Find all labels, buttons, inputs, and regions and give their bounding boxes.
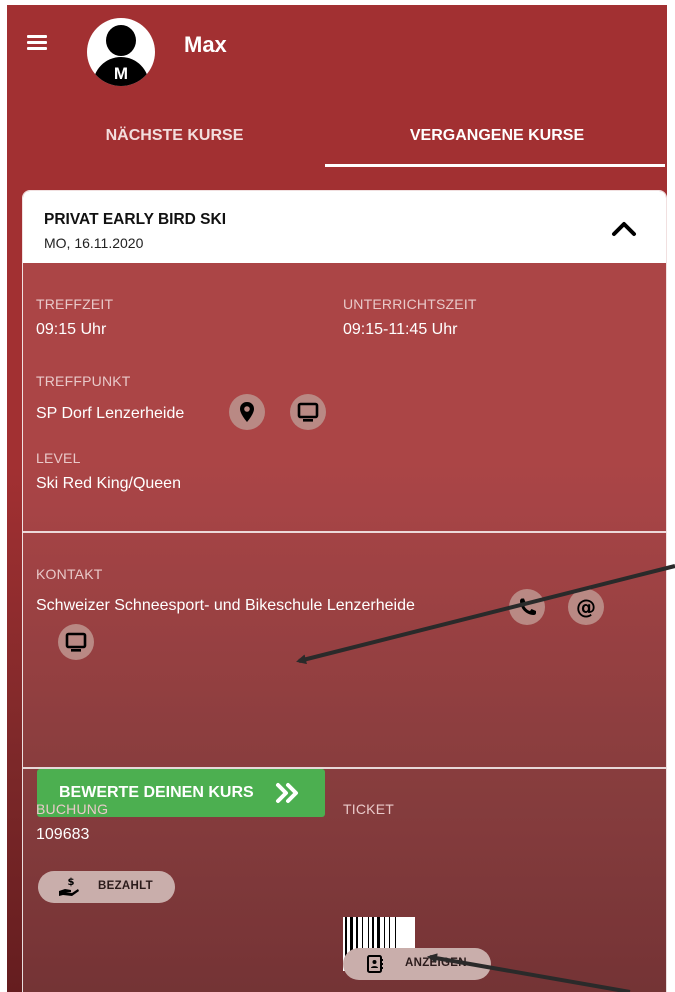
tab-upcoming-courses[interactable]: NÄCHSTE KURSE (97, 127, 252, 145)
ticket-label: TICKET (343, 801, 394, 817)
meeting-point-label: TREFFPUNKT (36, 373, 131, 389)
monitor-icon (297, 402, 319, 422)
active-tab-indicator (325, 164, 665, 167)
meeting-time-label: TREFFZEIT (36, 296, 114, 312)
lesson-time-label: UNTERRICHTSZEIT (343, 296, 477, 312)
course-date: MO, 16.11.2020 (44, 235, 144, 251)
map-button[interactable] (229, 394, 265, 430)
user-name: Max (184, 32, 227, 57)
user-avatar[interactable]: M (87, 18, 155, 86)
chevron-up-icon (612, 222, 636, 236)
contact-value: Schweizer Schneesport- und Bikeschule Le… (36, 597, 415, 614)
double-chevron-right-icon (276, 783, 298, 803)
svg-text:$: $ (68, 877, 75, 888)
paid-status-label: BEZAHLT (98, 880, 153, 892)
course-card: PRIVAT EARLY BIRD SKI MO, 16.11.2020 TRE… (22, 190, 667, 992)
lesson-time-value: 09:15-11:45 Uhr (343, 321, 458, 338)
show-ticket-label: ANZEIGEN (405, 957, 467, 969)
at-icon: @ (576, 595, 596, 619)
monitor-icon (65, 632, 87, 652)
course-details: TREFFZEIT 09:15 Uhr UNTERRICHTSZEIT 09:1… (23, 263, 666, 992)
menu-icon[interactable] (27, 32, 55, 56)
map-marker-icon (240, 402, 254, 422)
booking-label: BUCHUNG (36, 801, 109, 817)
show-ticket-button[interactable]: ANZEIGEN (343, 948, 491, 980)
level-value: Ski Red King/Queen (36, 475, 181, 492)
contact-web-button[interactable] (58, 624, 94, 660)
avatar-head-shape (106, 25, 136, 56)
app-screen: M Max NÄCHSTE KURSE VERGANGENE KURSE PRI… (7, 5, 667, 992)
level-label: LEVEL (36, 450, 81, 466)
meeting-point-value: SP Dorf Lenzerheide (36, 405, 185, 422)
meeting-time-value: 09:15 Uhr (36, 321, 107, 338)
hand-dollar-icon: $ (59, 877, 79, 896)
paid-status-badge: $ BEZAHLT (38, 871, 175, 903)
contact-label: KONTAKT (36, 566, 103, 582)
booking-number: 109683 (36, 826, 90, 843)
section-divider (23, 767, 666, 769)
tab-past-courses[interactable]: VERGANGENE KURSE (402, 127, 592, 145)
svg-text:@: @ (576, 595, 596, 619)
course-card-header[interactable]: PRIVAT EARLY BIRD SKI MO, 16.11.2020 (23, 191, 666, 263)
section-divider (23, 531, 666, 533)
phone-icon (520, 598, 536, 615)
rate-course-label: BEWERTE DEINEN KURS (59, 784, 254, 801)
collapse-button[interactable] (608, 215, 640, 243)
email-button[interactable]: @ (568, 589, 604, 625)
avatar-initial: M (113, 64, 129, 83)
contact-card-icon (367, 955, 383, 973)
course-title: PRIVAT EARLY BIRD SKI (44, 211, 227, 228)
meeting-point-web-button[interactable] (290, 394, 326, 430)
call-button[interactable] (509, 589, 545, 625)
